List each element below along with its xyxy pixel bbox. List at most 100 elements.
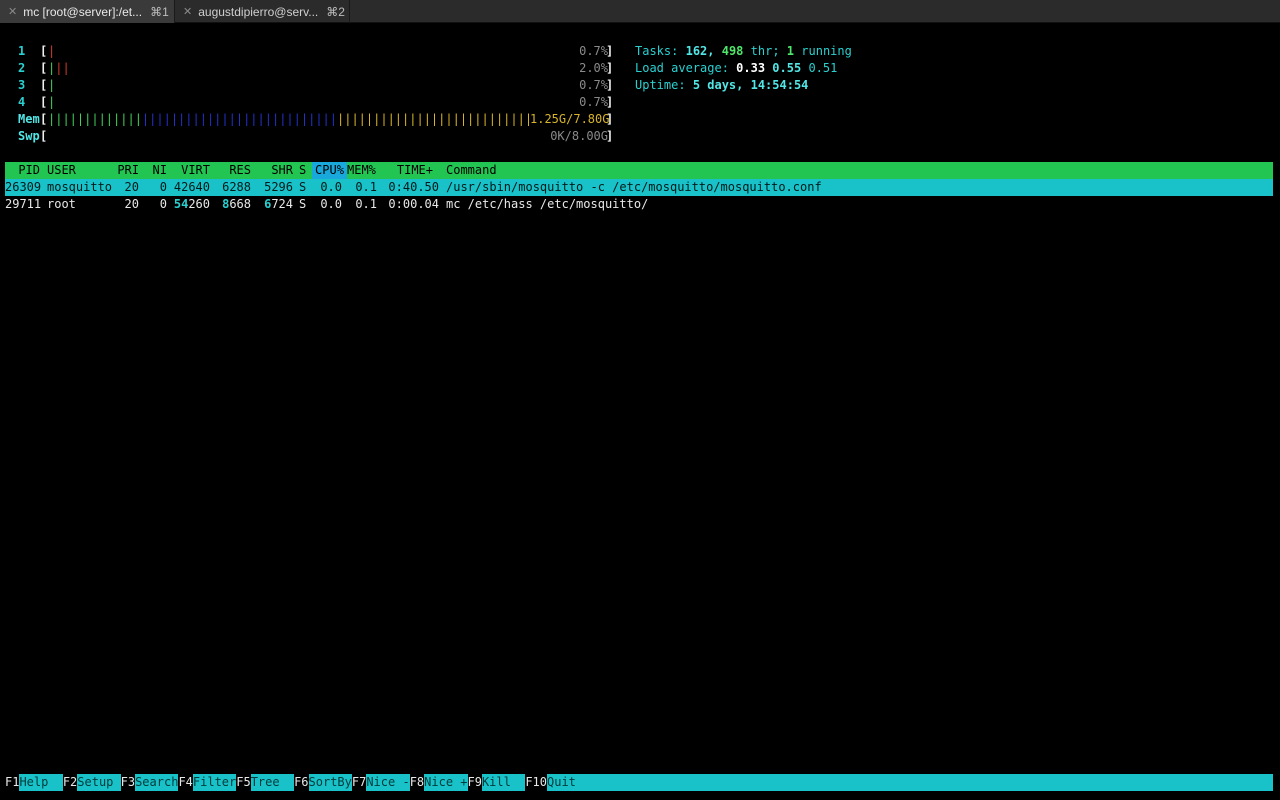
fkey-filter[interactable]: F4 Filter [178,774,236,791]
fkey-key: F8 [409,774,425,791]
fkey-key: F5 [236,774,251,791]
meter-close-bracket: ] [606,44,614,58]
mem-bar: ||||||||||||||||||||||||||||||||||||||||… [48,112,532,126]
cpu-bar: ||| [48,61,70,75]
cpu-percent: 0.7% [579,44,608,58]
swp-label: Swp [18,129,40,143]
col-command[interactable]: Command [446,162,497,179]
cpu-label: 1 [18,44,26,58]
res-cell: 6288 [222,180,251,194]
col-pid[interactable]: PID [5,162,40,179]
command-cell: mc /etc/hass /etc/mosquitto/ [446,197,649,211]
fkey-kill[interactable]: F9 Kill [467,774,526,791]
col-res[interactable]: RES [215,162,251,179]
fkey-search[interactable]: F3 Search [120,774,179,791]
fkey-label: Nice + [424,775,468,789]
load-1: 0.33 [736,61,766,75]
fkey-label: SortBy [308,775,352,789]
tab-bar: ✕ mc [root@server]:/et... ⌘1 ✕ augustdip… [0,0,1280,23]
meter-open-bracket: [ [40,112,48,126]
cpu-bar: | [48,95,56,109]
mem-cell: 0.1 [355,197,377,211]
tab-shortcut: ⌘1 [150,4,169,19]
col-state[interactable]: S [299,162,306,179]
cpu-percent: 0.7% [579,78,608,92]
uptime-line: Uptime: 5 days, 14:54:54 [635,77,808,94]
meter-open-bracket: [ [40,78,48,92]
meter-close-bracket: ] [606,112,614,126]
ni-cell: 0 [159,180,167,194]
meter-open-bracket: [ [40,129,48,143]
fkey-label: Search [135,775,179,789]
shr-cell: 5296 [264,180,293,194]
fkey-setup[interactable]: F2 Setup [62,774,121,791]
fkey-label: Setup [77,775,121,789]
process-table-header: PID USER PRI NI VIRT RES SHR S CPU% MEM%… [5,162,1273,179]
fkey-help[interactable]: F1 Help [5,774,63,791]
meter-close-bracket: ] [606,95,614,109]
fkey-key: F9 [467,774,482,791]
res-low: 668 [229,197,251,211]
virt-high: 54 [173,197,189,211]
time-cell: 0:40.50 [388,180,439,194]
cpu-cell: 0.0 [320,180,342,194]
res-cell: 8668 [215,196,251,213]
shr-cell: 6724 [257,196,293,213]
pid-cell: 26309 [5,180,42,194]
pri-cell: 20 [124,197,139,211]
cpu-percent: 2.0% [579,61,608,75]
close-icon[interactable]: ✕ [183,6,192,18]
mem-cell: 0.1 [355,180,377,194]
fkey-label: Filter [192,775,237,789]
table-row[interactable]: 29711 root 20 0 54260 8668 6724 S 0.0 0.… [5,196,1273,213]
threads-count: 498 [721,44,744,58]
fkey-key: F10 [525,774,547,791]
meter-open-bracket: [ [40,44,48,58]
cpu-bar: | [48,78,56,92]
table-row[interactable]: 26309 mosquitto 20 0 42640 6288 5296 S 0… [5,179,1273,196]
col-ni[interactable]: NI [145,162,167,179]
meter-close-bracket: ] [606,61,614,75]
fkey-key: F1 [5,774,20,791]
mem-label: Mem [18,112,40,126]
tab-2[interactable]: ✕ augustdipierro@serv... ⌘2 [175,0,350,23]
fkey-tree[interactable]: F5 Tree [236,774,294,791]
meter-close-bracket: ] [606,129,614,143]
tab-1[interactable]: ✕ mc [root@server]:/et... ⌘1 [0,0,175,23]
virt-low: 260 [188,197,210,211]
fkey-quit[interactable]: F10 Quit [525,774,576,791]
state-cell: S [299,197,307,211]
col-mem[interactable]: MEM% [347,162,376,179]
col-virt[interactable]: VIRT [170,162,210,179]
col-time[interactable]: TIME+ [385,162,433,179]
fkey-key: F7 [351,774,367,791]
meter-open-bracket: [ [40,61,48,75]
fkey-nice-minus[interactable]: F7 Nice - [351,774,410,791]
user-cell: mosquitto [47,180,113,194]
load-label: Load average: [635,61,729,75]
mem-value: 1.25G/7.80G [530,112,610,126]
meter-close-bracket: ] [606,78,614,92]
fkey-label: Nice - [366,775,410,789]
fkey-label: Quit [547,775,576,789]
fkey-sortby[interactable]: F6 SortBy [294,774,352,791]
tab-title: augustdipierro@serv... [198,4,319,19]
col-user[interactable]: USER [47,162,76,179]
close-icon[interactable]: ✕ [8,6,17,18]
cpu-percent: 0.7% [579,95,608,109]
fkey-key: F6 [294,774,309,791]
fkey-nice-plus[interactable]: F8 Nice + [409,774,468,791]
tab-shortcut: ⌘2 [326,4,345,19]
cpu-label: 4 [18,95,26,109]
load-15: 0.51 [808,61,838,75]
cpu-label: 2 [18,61,26,75]
col-pri[interactable]: PRI [105,162,139,179]
fkey-label: Tree [250,775,295,789]
cpu-cell: 0.0 [320,197,342,211]
uptime-value: 5 days, 14:54:54 [692,78,809,92]
virt-cell: 42640 [173,180,210,194]
col-cpu[interactable]: CPU% [312,162,347,179]
shr-low: 724 [271,197,293,211]
col-shr[interactable]: SHR [257,162,293,179]
user-cell: root [47,197,76,211]
